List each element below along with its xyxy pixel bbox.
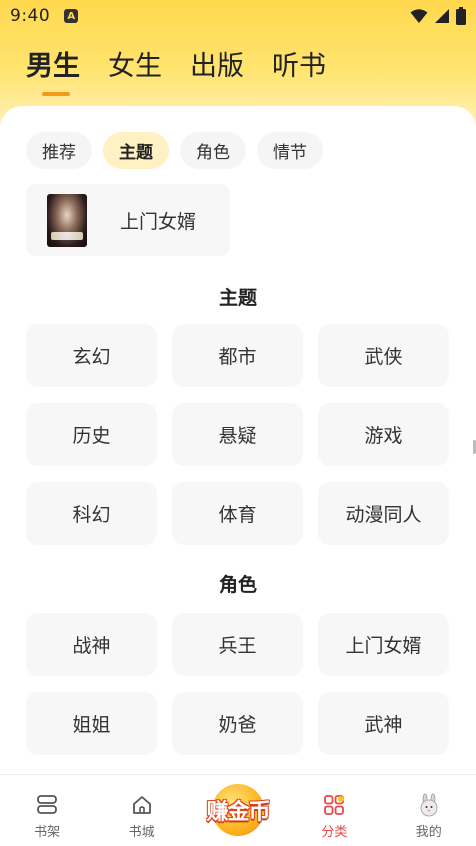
channel-tabs: 男生 女生 出版 听书 <box>0 48 476 98</box>
section-title-theme: 主题 <box>218 287 257 309</box>
section-title-role: 角色 <box>218 574 257 596</box>
status-time: 9:40 <box>10 6 51 26</box>
avatar-icon <box>420 793 438 817</box>
tab-audiobook[interactable]: 听书 <box>272 48 326 86</box>
chip-plot[interactable]: 情节 <box>257 132 323 169</box>
nav-bookshelf[interactable]: 书架 <box>7 775 87 840</box>
book-cover-image <box>47 193 87 247</box>
category-item[interactable]: 上门女婿 <box>318 613 449 676</box>
wifi-icon <box>410 9 428 23</box>
nav-earn-coins-label: 赚金币 <box>206 800 270 825</box>
category-item[interactable]: 历史 <box>26 403 157 466</box>
category-item[interactable]: 游戏 <box>318 403 449 466</box>
category-item[interactable]: 武神 <box>318 692 449 755</box>
role-grid: 战神 兵王 上门女婿 姐姐 奶爸 武神 <box>26 613 450 755</box>
status-indicators <box>410 7 466 25</box>
category-item[interactable]: 悬疑 <box>172 403 303 466</box>
nav-profile-label: 我的 <box>415 825 442 840</box>
tab-publish[interactable]: 出版 <box>190 48 244 86</box>
tab-male[interactable]: 男生 <box>26 48 80 96</box>
category-item[interactable]: 体育 <box>172 482 303 545</box>
chip-role[interactable]: 角色 <box>180 132 246 169</box>
status-bar: 9:40 A <box>0 0 476 32</box>
featured-category-card[interactable]: 上门女婿 <box>26 184 230 256</box>
nav-profile[interactable]: 我的 <box>389 775 469 840</box>
category-item[interactable]: 都市 <box>172 324 303 387</box>
category-item[interactable]: 武侠 <box>318 324 449 387</box>
category-item[interactable]: 科幻 <box>26 482 157 545</box>
bottom-nav: 书架 书城 赚金币 分类 我的 <box>0 774 476 846</box>
theme-grid: 玄幻 都市 武侠 历史 悬疑 游戏 科幻 体育 动漫同人 <box>26 324 450 545</box>
nav-category-label: 分类 <box>321 825 348 840</box>
nav-bookstore[interactable]: 书城 <box>102 775 182 840</box>
chip-theme[interactable]: 主题 <box>103 132 169 169</box>
category-item[interactable]: 兵王 <box>172 613 303 676</box>
category-item[interactable]: 战神 <box>26 613 157 676</box>
category-panel: 推荐 主题 角色 情节 上门女婿 主题 玄幻 都市 武侠 历史 悬疑 游戏 科幻… <box>0 106 476 774</box>
category-item[interactable]: 姐姐 <box>26 692 157 755</box>
notification-app-icon: A <box>64 9 79 23</box>
category-item[interactable]: 奶爸 <box>172 692 303 755</box>
nav-category[interactable]: 分类 <box>294 775 374 840</box>
battery-icon <box>456 7 466 25</box>
cellular-signal-icon <box>435 9 449 23</box>
tab-female[interactable]: 女生 <box>108 48 162 86</box>
nav-earn-coins[interactable]: 赚金币 <box>196 780 280 840</box>
chip-recommend[interactable]: 推荐 <box>26 132 92 169</box>
category-item[interactable]: 玄幻 <box>26 324 157 387</box>
nav-bookshelf-label: 书架 <box>34 825 61 840</box>
home-icon <box>132 796 151 814</box>
filter-chips: 推荐 主题 角色 情节 <box>26 132 323 169</box>
nav-bookstore-label: 书城 <box>128 825 155 840</box>
featured-category-label: 上门女婿 <box>120 210 197 233</box>
bookshelf-icon <box>37 795 58 814</box>
category-icon <box>324 795 345 815</box>
category-item[interactable]: 动漫同人 <box>318 482 449 545</box>
